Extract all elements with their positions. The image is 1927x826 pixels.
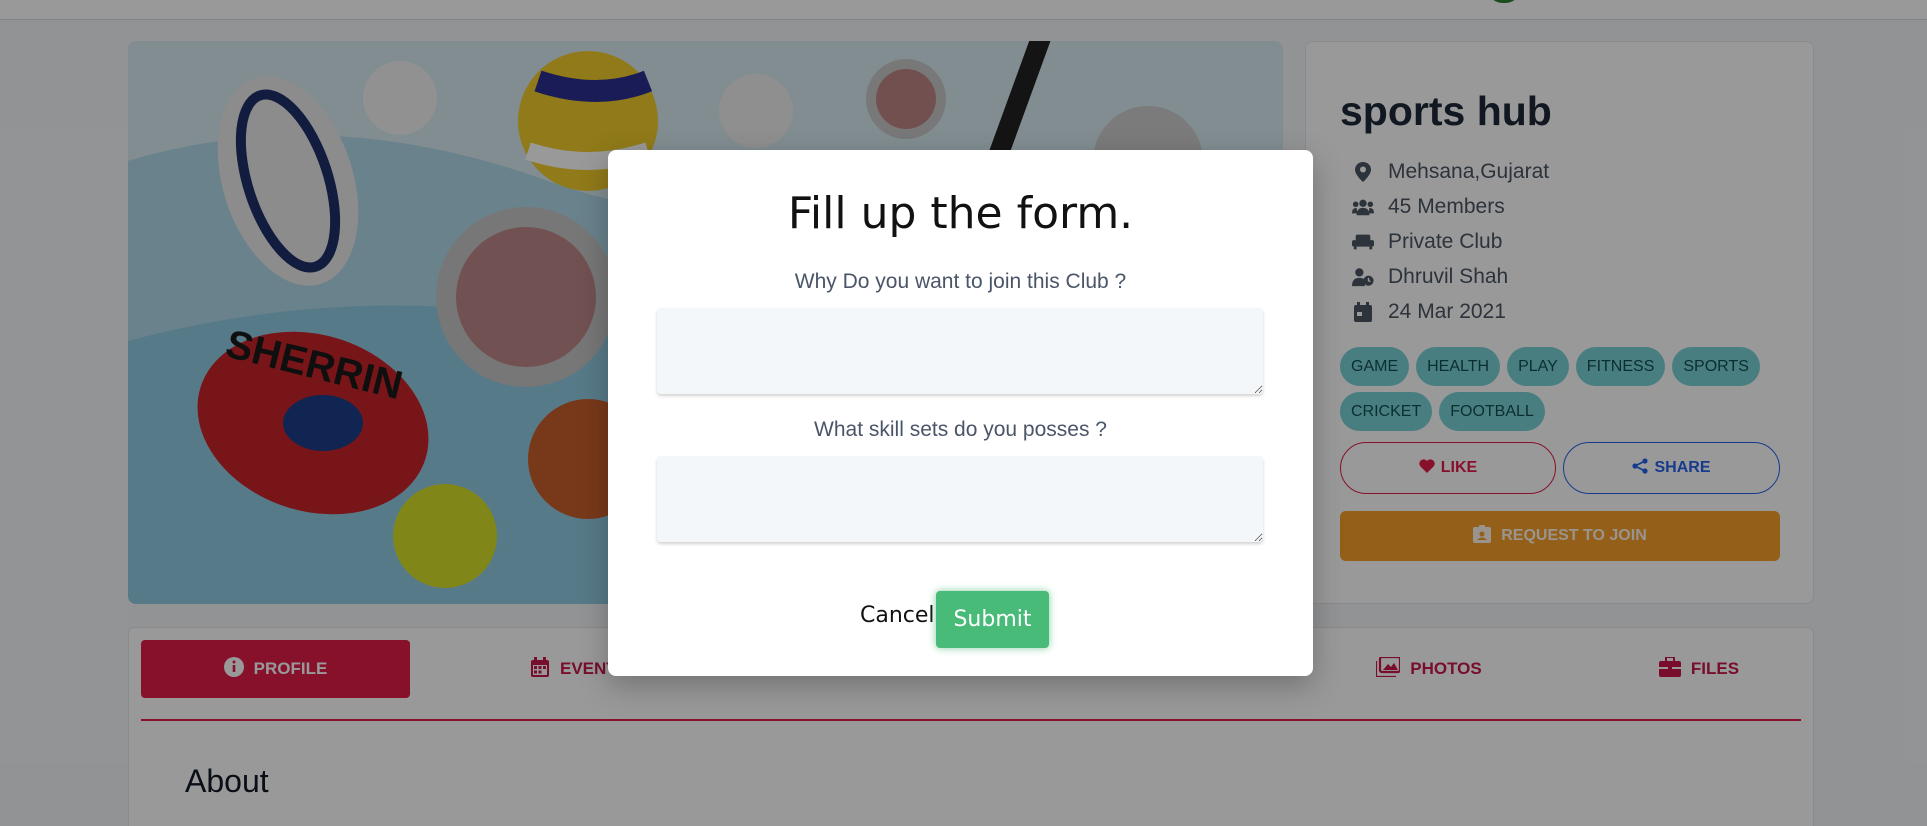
join-form-modal: Fill up the form. Why Do you want to joi… [608,150,1313,676]
reason-textarea[interactable] [657,308,1263,394]
skills-textarea[interactable] [657,456,1263,542]
cancel-button[interactable]: Cancel [860,603,935,628]
submit-button[interactable]: Submit [936,591,1049,648]
question-2-label: What skill sets do you posses ? [814,418,1107,441]
modal-title: Fill up the form. [787,188,1134,239]
question-1-label: Why Do you want to join this Club ? [794,270,1127,293]
